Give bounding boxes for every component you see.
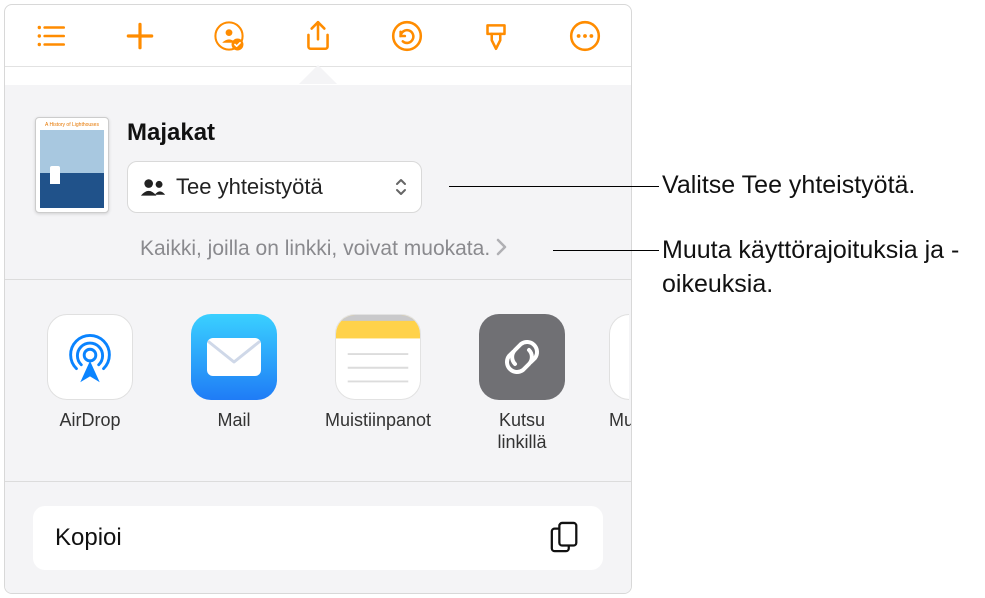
link-icon (497, 332, 547, 382)
share-target-invite-link[interactable]: Kutsu linkillä (465, 314, 579, 453)
more-button[interactable] (557, 8, 613, 64)
undo-icon (390, 19, 424, 53)
share-target-notes[interactable]: Muistiinpanot (321, 314, 435, 453)
copy-label: Kopioi (55, 524, 122, 552)
copy-action[interactable]: Kopioi (33, 506, 603, 570)
callout-change-perms: Muuta käyttörajoituksia ja -oikeuksia. (662, 234, 985, 302)
chevron-right-icon (496, 238, 508, 260)
notes-icon (336, 314, 420, 400)
collaborate-selected-label: Tee yhteistyötä (176, 174, 383, 200)
more-icon (568, 19, 602, 53)
callout-line-perms (553, 250, 659, 251)
collab-badge-button[interactable] (201, 8, 257, 64)
mail-icon (205, 336, 263, 378)
callout-choose-collab: Valitse Tee yhteistyötä. (662, 169, 915, 203)
undo-button[interactable] (379, 8, 435, 64)
document-thumbnail: A History of Lighthouses (35, 117, 109, 213)
share-target-label: Kutsu linkillä (497, 410, 546, 453)
share-target-overflow[interactable]: Mu (609, 314, 631, 453)
share-target-label: Mu (609, 410, 631, 432)
share-target-label: Muistiinpanot (325, 410, 431, 432)
share-targets-row: AirDrop Mail (5, 280, 631, 482)
outline-button[interactable] (23, 8, 79, 64)
callout-line-collab (449, 186, 659, 187)
add-icon (123, 19, 157, 53)
share-target-label: AirDrop (59, 410, 120, 432)
dropdown-arrows-icon (393, 176, 409, 198)
format-brush-icon (479, 19, 513, 53)
share-icon (301, 19, 335, 53)
format-button[interactable] (468, 8, 524, 64)
copy-icon (549, 521, 581, 555)
collab-badge-icon (212, 19, 246, 53)
permission-text: Kaikki, joilla on linkki, voivat muokata… (140, 237, 490, 261)
share-sheet: A History of Lighthouses Majakat Tee yht… (5, 85, 631, 594)
share-button[interactable] (290, 8, 346, 64)
airdrop-icon (59, 326, 121, 388)
outline-icon (34, 19, 68, 53)
actions-section: Kopioi (5, 482, 631, 570)
document-header: A History of Lighthouses Majakat Tee yht… (5, 85, 631, 221)
overflow-app-icon (610, 314, 629, 400)
collaborate-dropdown[interactable]: Tee yhteistyötä (127, 161, 422, 213)
app-panel: A History of Lighthouses Majakat Tee yht… (4, 4, 632, 594)
share-target-mail[interactable]: Mail (177, 314, 291, 453)
people-icon (140, 177, 166, 197)
permission-row[interactable]: Kaikki, joilla on linkki, voivat muokata… (5, 221, 631, 280)
add-button[interactable] (112, 8, 168, 64)
toolbar (5, 5, 631, 67)
document-title: Majakat (127, 119, 603, 147)
share-target-airdrop[interactable]: AirDrop (33, 314, 147, 453)
share-target-label: Mail (217, 410, 250, 432)
